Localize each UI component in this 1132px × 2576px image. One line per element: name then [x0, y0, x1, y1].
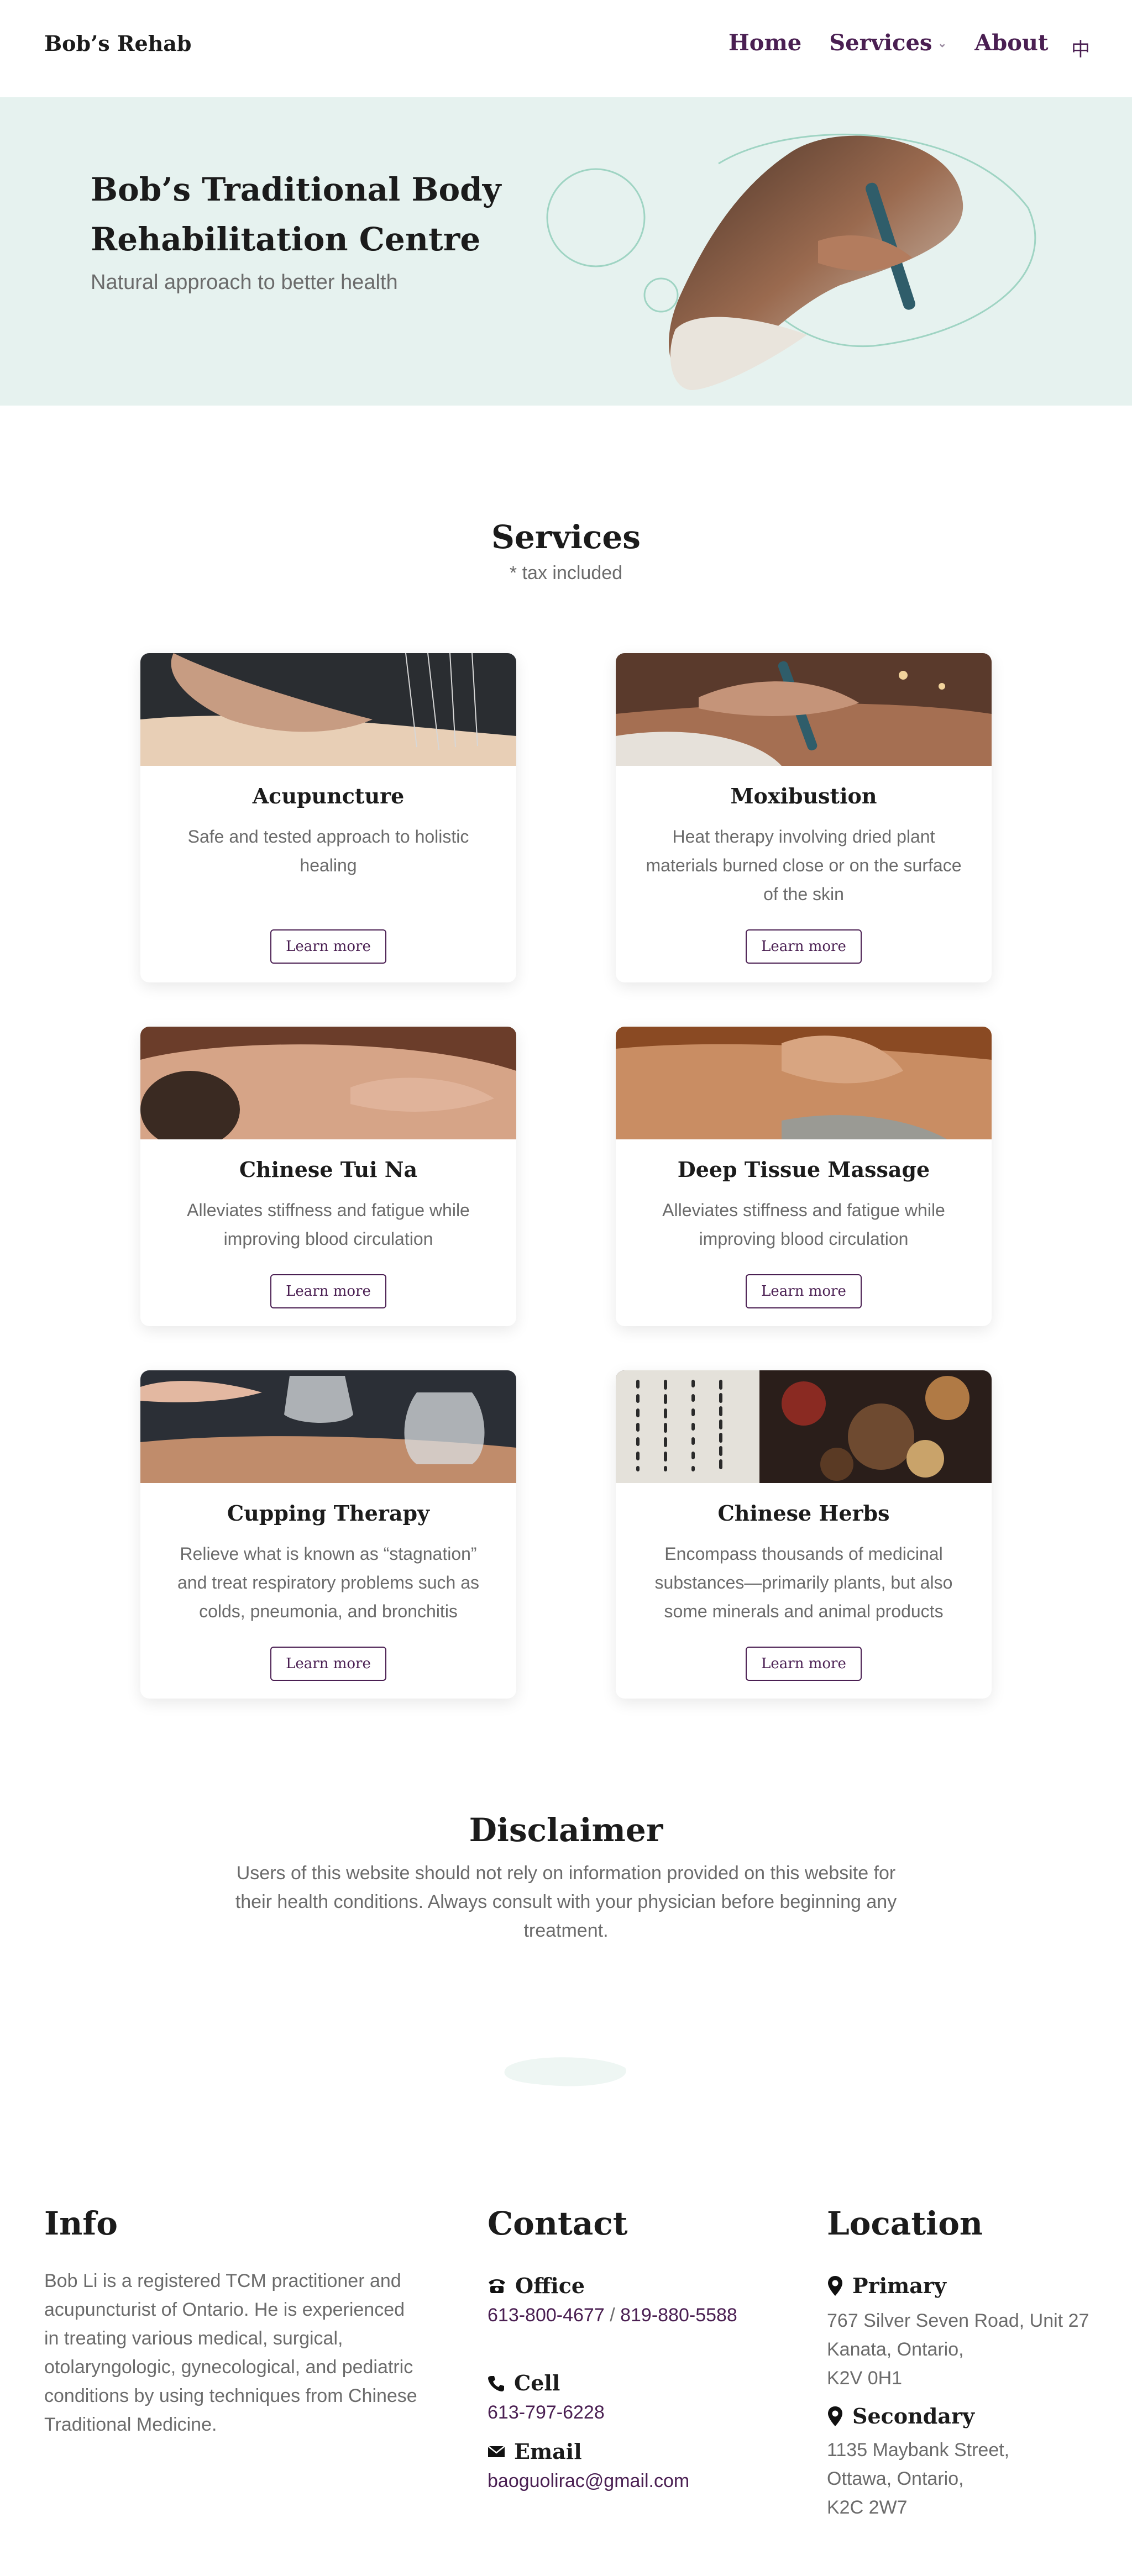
- primary-address-line: 767 Silver Seven Road, Unit 27: [827, 2310, 1089, 2331]
- email-label-text: Email: [514, 2439, 582, 2464]
- card-description: Safe and tested approach to holistic hea…: [187, 827, 469, 875]
- primary-address: 767 Silver Seven Road, Unit 27 Kanata, O…: [827, 2306, 1089, 2393]
- secondary-location-label: Secondary: [827, 2404, 974, 2428]
- moxibustion-image: [616, 653, 992, 766]
- disclaimer-text: Users of this website should not rely on…: [235, 1863, 897, 1941]
- cell-label-text: Cell: [514, 2370, 560, 2395]
- service-card-moxibustion: Moxibustion Heat therapy involving dried…: [616, 653, 992, 982]
- email-label: Email: [488, 2439, 582, 2464]
- secondary-label-text: Secondary: [852, 2404, 975, 2428]
- top-navbar: Bob’s Rehab Home Services ⌄ About 中: [0, 0, 1132, 97]
- nav-link-about[interactable]: About: [974, 30, 1048, 56]
- office-label-text: Office: [515, 2273, 585, 2298]
- cupping-therapy-image: [140, 1370, 516, 1483]
- acupuncture-image: [140, 653, 516, 766]
- primary-address-line: K2V 0H1: [827, 2368, 903, 2389]
- services-tax-note: * tax included: [509, 562, 623, 583]
- secondary-address: 1135 Maybank Street, Ottawa, Ontario, K2…: [827, 2436, 1009, 2522]
- service-card-cupping-therapy: Cupping Therapy Relieve what is known as…: [140, 1370, 516, 1699]
- primary-label-text: Primary: [852, 2273, 946, 2298]
- cell-phone: 613-797-6228: [488, 2398, 605, 2427]
- service-card-chinese-herbs: Chinese Herbs Encompass thousands of med…: [616, 1370, 992, 1699]
- map-pin-icon: [828, 2275, 842, 2296]
- hero-subtitle: Natural approach to better health: [91, 271, 398, 294]
- tui-na-image: [140, 1027, 516, 1139]
- email-link[interactable]: baoguolirac@gmail.com: [488, 2470, 689, 2491]
- deep-tissue-massage-image: [616, 1027, 992, 1139]
- card-description: Heat therapy involving dried plant mater…: [646, 827, 962, 904]
- chinese-herbs-image: [616, 1370, 992, 1483]
- card-title: Acupuncture: [252, 784, 405, 808]
- card-title: Moxibustion: [730, 784, 877, 808]
- services-title: Services: [491, 518, 641, 556]
- card-description: Alleviates stiffness and fatigue while i…: [187, 1200, 470, 1249]
- info-text: Bob Li is a registered TCM practitioner …: [44, 2270, 417, 2435]
- email-value: baoguolirac@gmail.com: [488, 2467, 689, 2495]
- card-description: Alleviates stiffness and fatigue while i…: [662, 1200, 945, 1249]
- hero-illustration: [546, 133, 1036, 390]
- card-title: Deep Tissue Massage: [677, 1157, 930, 1182]
- learn-more-button[interactable]: Learn more: [746, 1647, 862, 1681]
- decorative-blob: [504, 2057, 626, 2086]
- service-card-deep-tissue-massage: Deep Tissue Massage Alleviates stiffness…: [616, 1027, 992, 1326]
- nav-link-services-label: Services: [829, 30, 932, 56]
- card-description: Encompass thousands of medicinal substan…: [654, 1544, 953, 1621]
- learn-more-button[interactable]: Learn more: [270, 929, 386, 964]
- hero-banner: Bob’s Traditional Body Rehabilitation Ce…: [0, 97, 1132, 406]
- primary-location-label: Primary: [827, 2273, 946, 2298]
- hero-title: Bob’s Traditional Body Rehabilitation Ce…: [91, 171, 501, 258]
- map-pin-icon: [828, 2406, 842, 2426]
- location-heading: Location: [827, 2205, 983, 2242]
- office-label: Office: [488, 2273, 585, 2298]
- card-description: Relieve what is known as “stagnation” an…: [177, 1544, 480, 1621]
- language-toggle[interactable]: 中: [1071, 34, 1090, 61]
- card-title: Cupping Therapy: [227, 1501, 430, 1526]
- info-heading: Info: [44, 2205, 118, 2242]
- service-card-acupuncture: Acupuncture Safe and tested approach to …: [140, 653, 516, 982]
- nav-link-services[interactable]: Services ⌄: [829, 30, 947, 56]
- cell-label: Cell: [488, 2370, 560, 2395]
- learn-more-button[interactable]: Learn more: [270, 1274, 386, 1308]
- envelope-icon: [488, 2445, 505, 2457]
- disclaimer-title: Disclaimer: [469, 1811, 663, 1849]
- chevron-down-icon: ⌄: [937, 36, 947, 50]
- nav-links: Home Services ⌄ About: [729, 30, 1076, 56]
- brand-logo[interactable]: Bob’s Rehab: [44, 31, 191, 56]
- cell-phone-link[interactable]: 613-797-6228: [488, 2402, 605, 2423]
- office-phone-2-link[interactable]: 819-880-5588: [620, 2305, 737, 2326]
- office-phone-separator: /: [604, 2305, 621, 2326]
- office-phone-1-link[interactable]: 613-800-4677: [488, 2305, 605, 2326]
- secondary-address-line: Ottawa, Ontario,: [827, 2468, 964, 2489]
- secondary-address-line: K2C 2W7: [827, 2497, 908, 2518]
- secondary-address-line: 1135 Maybank Street,: [827, 2440, 1010, 2461]
- card-title: Chinese Herbs: [717, 1501, 890, 1526]
- office-phones: 613-800-4677 / 819-880-5588: [488, 2301, 742, 2330]
- primary-address-line: Kanata, Ontario,: [827, 2339, 964, 2360]
- learn-more-button[interactable]: Learn more: [746, 929, 862, 964]
- telephone-icon: [489, 2279, 505, 2293]
- phone-handset-icon: [488, 2375, 504, 2391]
- learn-more-button[interactable]: Learn more: [270, 1647, 386, 1681]
- nav-link-home[interactable]: Home: [729, 30, 801, 56]
- learn-more-button[interactable]: Learn more: [746, 1274, 862, 1308]
- contact-heading: Contact: [488, 2205, 628, 2242]
- card-title: Chinese Tui Na: [239, 1157, 418, 1182]
- service-card-chinese-tui-na: Chinese Tui Na Alleviates stiffness and …: [140, 1027, 516, 1326]
